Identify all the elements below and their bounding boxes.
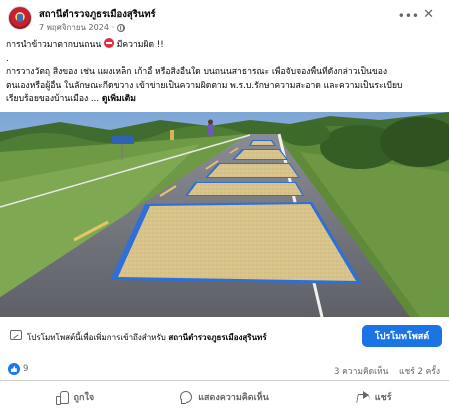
comment-icon bbox=[180, 391, 193, 404]
like-count[interactable]: 9 bbox=[23, 364, 28, 374]
promote-chart-icon bbox=[10, 330, 22, 340]
separator-dot: . bbox=[6, 53, 9, 64]
comment-button-label: แสดงความคิดเห็น bbox=[198, 393, 269, 403]
body-line-2: ตนเองหรือผู้อื่น ในลักษณะกีดขวาง เข้าข่า… bbox=[6, 80, 403, 91]
promote-text: โปรโมทโพสต์นี้เพื่อเพิ่มการเข้าถึงสำหรับ… bbox=[27, 331, 267, 344]
body-line-3: เรียบร้อยของบ้านเมือง ... ดูเพิ่มเติม bbox=[6, 93, 444, 107]
comment-count[interactable]: 3 ความคิดเห็น bbox=[334, 364, 388, 378]
close-icon[interactable]: ✕ bbox=[423, 8, 434, 21]
post-header: สถานีตำรวจภูธรเมืองสุรินทร์ 7 พฤศจิกายน … bbox=[0, 0, 449, 36]
post-headline: การนำข้าวมาตากบนถนน bbox=[6, 40, 102, 50]
comment-button[interactable]: แสดงความคิดเห็น bbox=[150, 384, 300, 410]
post-meta: 7 พฤศจิกายน 2024 · bbox=[39, 21, 126, 34]
share-icon bbox=[357, 391, 369, 403]
post-stats: 9 3 ความคิดเห็น แชร์ 2 ครั้ง bbox=[0, 359, 449, 381]
road-rice-drying-image bbox=[0, 112, 449, 317]
thumbs-up-icon bbox=[55, 391, 69, 405]
ellipsis-icon[interactable]: ••• bbox=[398, 10, 419, 22]
promote-page-name: สถานีตำรวจภูธรเมืองสุรินทร์ bbox=[168, 333, 267, 342]
body-line-3-text: เรียบร้อยของบ้านเมือง ... bbox=[6, 94, 100, 104]
share-button[interactable]: แชร์ bbox=[299, 384, 449, 410]
like-button-label: ถูกใจ bbox=[73, 393, 95, 403]
like-button[interactable]: ถูกใจ bbox=[0, 384, 150, 410]
post-headline-suffix: มีความผิด !! bbox=[116, 40, 164, 50]
no-entry-icon bbox=[104, 38, 114, 48]
body-line-1: การวางวัตถุ สิ่งของ เช่น แผงเหล็ก เก้าอี… bbox=[6, 67, 388, 77]
post-date[interactable]: 7 พฤศจิกายน 2024 bbox=[39, 21, 109, 34]
post-headline-line: การนำข้าวมาตากบนถนน มีความผิด !! bbox=[6, 38, 444, 53]
post-photo[interactable] bbox=[0, 112, 449, 317]
like-reaction-icon[interactable] bbox=[8, 363, 20, 375]
globe-icon bbox=[117, 23, 126, 32]
facebook-post: สถานีตำรวจภูธรเมืองสุรินทร์ 7 พฤศจิกายน … bbox=[0, 0, 449, 416]
share-button-label: แชร์ bbox=[374, 393, 392, 403]
promote-bar: โปรโมทโพสต์นี้เพื่อเพิ่มการเข้าถึงสำหรับ… bbox=[0, 319, 449, 353]
share-count[interactable]: แชร์ 2 ครั้ง bbox=[399, 364, 440, 378]
promote-description: โปรโมทโพสต์นี้เพื่อเพิ่มการเข้าถึงสำหรับ bbox=[27, 333, 166, 342]
promote-post-button[interactable]: โปรโมทโพสต์ bbox=[362, 325, 442, 347]
see-more-link[interactable]: ดูเพิ่มเติม bbox=[102, 94, 136, 104]
page-avatar[interactable] bbox=[8, 6, 32, 30]
meta-dot: · bbox=[111, 23, 115, 32]
page-name[interactable]: สถานีตำรวจภูธรเมืองสุรินทร์ bbox=[39, 7, 156, 22]
post-text: การนำข้าวมาตากบนถนน มีความผิด !! . การวา… bbox=[6, 38, 444, 107]
post-actions: ถูกใจ แสดงความคิดเห็น แชร์ bbox=[0, 384, 449, 410]
